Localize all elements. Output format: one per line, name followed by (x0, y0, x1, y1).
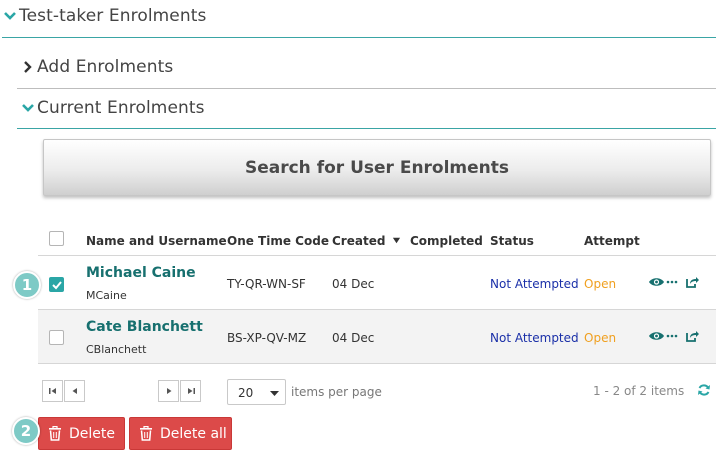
next-page-icon (166, 388, 171, 394)
dropdown-arrow-icon (270, 391, 279, 396)
user-name-link[interactable]: Michael Caine (86, 265, 196, 281)
trash-icon (49, 426, 61, 441)
header-created-label: Created (332, 234, 386, 248)
delete-all-label: Delete all (160, 425, 227, 442)
view-details-icon[interactable] (648, 329, 678, 343)
divider (17, 128, 716, 129)
items-count: 1 - 2 of 2 items (593, 384, 685, 398)
section-test-taker-enrolments[interactable]: Test-taker Enrolments (2, 6, 206, 26)
section-title: Test-taker Enrolments (19, 6, 207, 26)
prev-page-button[interactable] (64, 380, 85, 402)
trash-icon (140, 426, 152, 441)
attempt-link[interactable]: Open (584, 277, 616, 291)
chevron-down-icon (4, 12, 16, 20)
row-checkbox[interactable] (49, 277, 64, 292)
header-name[interactable]: Name and Username (86, 234, 227, 248)
next-page-button[interactable] (158, 380, 179, 402)
section-current-enrolments[interactable]: Current Enrolments (20, 98, 205, 118)
header-status[interactable]: Status (490, 234, 534, 248)
status-text: Not Attempted (490, 331, 579, 345)
page-size-select[interactable]: 20 (227, 379, 286, 405)
table-row[interactable]: Michael Caine MCaine TY-QR-WN-SF 04 Dec … (38, 256, 716, 310)
header-attempt[interactable]: Attempt (584, 234, 640, 248)
section-title: Add Enrolments (37, 57, 174, 77)
sort-descending-icon (392, 237, 400, 244)
divider (17, 88, 716, 89)
created-date: 04 Dec (332, 277, 375, 291)
table-row[interactable]: Cate Blanchett CBlanchett BS-XP-QV-MZ 04… (38, 310, 716, 364)
checkmark-icon (52, 281, 62, 290)
callout-badge-1: 1 (13, 271, 41, 299)
username: MCaine (86, 289, 127, 302)
username: CBlanchett (86, 343, 147, 356)
delete-button[interactable]: Delete (38, 417, 125, 450)
header-created[interactable]: Created (332, 234, 401, 248)
status-text: Not Attempted (490, 277, 579, 291)
chevron-down-icon (22, 104, 34, 112)
delete-all-button[interactable]: Delete all (129, 417, 232, 450)
prev-page-icon (72, 388, 77, 394)
attempt-link[interactable]: Open (584, 331, 616, 345)
first-page-icon (48, 388, 56, 394)
share-icon[interactable] (685, 275, 699, 289)
chevron-right-icon (24, 61, 32, 73)
share-icon[interactable] (685, 329, 699, 343)
row-checkbox[interactable] (49, 330, 64, 345)
delete-label: Delete (69, 425, 115, 442)
section-add-enrolments[interactable]: Add Enrolments (20, 57, 173, 77)
table-header: Name and Username One Time Code Created … (38, 224, 716, 256)
page-size-value: 20 (238, 386, 254, 400)
header-code[interactable]: One Time Code (227, 234, 329, 248)
first-page-button[interactable] (42, 380, 63, 402)
header-completed[interactable]: Completed (410, 234, 483, 248)
section-title: Current Enrolments (37, 98, 205, 118)
search-user-enrolments-button[interactable]: Search for User Enrolments (43, 139, 711, 196)
view-details-icon[interactable] (648, 275, 678, 289)
one-time-code: BS-XP-QV-MZ (227, 331, 307, 345)
items-per-page-label: items per page (291, 385, 382, 399)
select-all-checkbox[interactable] (49, 231, 64, 246)
last-page-button[interactable] (180, 380, 201, 402)
callout-badge-2: 2 (12, 417, 40, 445)
user-name-link[interactable]: Cate Blanchett (86, 319, 203, 335)
refresh-icon[interactable] (697, 383, 711, 397)
divider (2, 37, 716, 38)
one-time-code: TY-QR-WN-SF (227, 277, 306, 291)
created-date: 04 Dec (332, 331, 375, 345)
last-page-icon (187, 388, 195, 394)
